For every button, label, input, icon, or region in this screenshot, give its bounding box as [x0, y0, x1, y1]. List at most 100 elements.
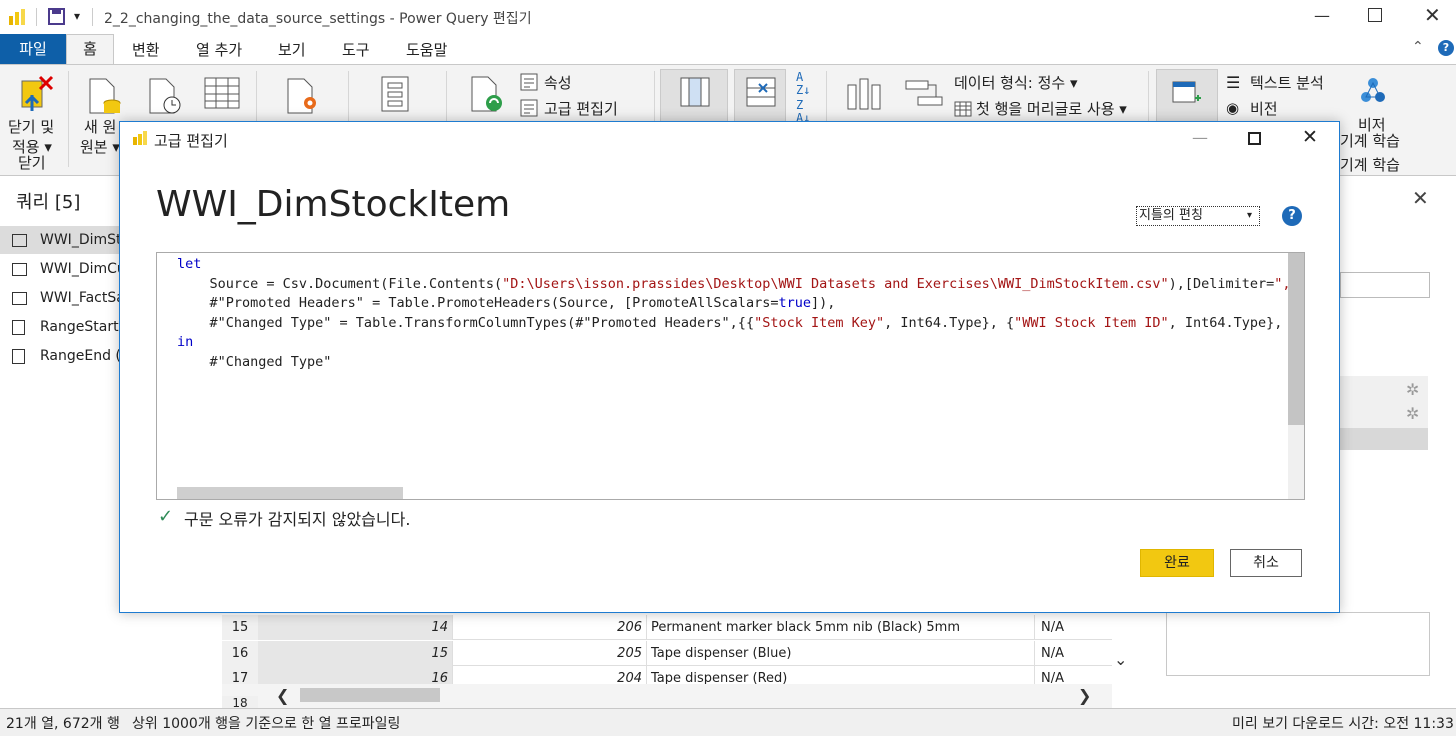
azure-ml-icon[interactable] — [1358, 75, 1388, 109]
dialog-title: 고급 편집기 — [154, 132, 228, 150]
text-analytics-icon[interactable]: ☰ — [1226, 73, 1240, 92]
scrollbar-thumb[interactable] — [300, 688, 440, 702]
cell-extra: N/A — [1034, 641, 1112, 666]
column-row-count: 21개 열, 672개 행 — [6, 716, 120, 732]
enter-data-icon[interactable] — [204, 77, 240, 109]
cell-name: Permanent marker black 5mm nib (Black) 5… — [646, 615, 1034, 640]
close-apply-button[interactable]: 닫기 및 적용 ▾ — [6, 71, 64, 156]
display-options-label: 지틀의 편칭 — [1139, 208, 1203, 223]
data-grid: 15 14 206 Permanent marker black 5mm nib… — [222, 612, 1142, 712]
code-editor[interactable]: let Source = Csv.Document(File.Contents(… — [156, 252, 1305, 500]
scroll-left-icon[interactable]: ❮ — [276, 686, 289, 705]
close-apply-icon — [21, 75, 54, 111]
table-icon — [12, 292, 27, 305]
chevron-down-icon: ▾ — [1247, 210, 1253, 221]
cell-key: 15 — [258, 641, 452, 666]
tab-help[interactable]: 도움말 — [406, 39, 447, 60]
table-row[interactable]: 15 14 206 Permanent marker black 5mm nib… — [222, 615, 1112, 640]
query-item[interactable]: RangeEnd (N — [0, 342, 120, 370]
help-icon[interactable]: ? — [1282, 206, 1302, 226]
window-title: 2_2_changing_the_data_source_settings - … — [104, 11, 532, 27]
tab-view[interactable]: 보기 — [278, 39, 306, 60]
tab-file[interactable]: 파일 — [0, 34, 66, 64]
cancel-button[interactable]: 취소 — [1230, 549, 1302, 577]
query-settings-pane: ✕ ✲ ✲ — [1166, 176, 1456, 712]
code-line-source: Source = Csv.Document(File.Contents("D:\… — [177, 275, 1305, 292]
query-item[interactable]: WWI_DimSt — [0, 226, 120, 254]
code-text[interactable]: let Source = Csv.Document(File.Contents(… — [177, 255, 1305, 373]
sort-ascending-icon[interactable]: A Z↓ — [796, 71, 810, 97]
combine-files-icon — [1172, 81, 1201, 103]
query-item[interactable]: WWI_FactSa — [0, 284, 120, 312]
horizontal-scrollbar[interactable]: ❮ ❯ — [222, 684, 1112, 708]
result-expression: #"Changed Type" — [177, 353, 332, 370]
query-name-input[interactable] — [1340, 272, 1430, 298]
title-divider-2 — [92, 8, 93, 26]
group-by-icon[interactable] — [904, 79, 944, 109]
cell-id: 205 — [452, 641, 646, 666]
syntax-status-message: 구문 오류가 감지되지 않았습니다. — [184, 510, 411, 529]
text-analytics-button[interactable]: 텍스트 분석 — [1250, 73, 1324, 93]
tab-tools[interactable]: 도구 — [342, 39, 370, 60]
data-type-dropdown[interactable]: 데이터 형식: 정수 ▾ — [954, 73, 1078, 93]
minimize-icon[interactable]: — — [1314, 6, 1330, 25]
collapse-ribbon-icon[interactable]: ⌃ — [1412, 39, 1424, 55]
advanced-editor-icon[interactable] — [520, 99, 540, 117]
vertical-scrollbar[interactable] — [1288, 253, 1304, 499]
tab-transform[interactable]: 변환 — [132, 39, 160, 60]
parameter-icon — [12, 320, 25, 335]
cell-extra: N/A — [1034, 615, 1112, 640]
checkmark-icon: ✓ — [158, 506, 174, 527]
horizontal-scrollbar-thumb[interactable] — [177, 487, 403, 499]
keyword-in: in — [177, 334, 194, 351]
status-bar: 21개 열, 672개 행 상위 1000개 행을 기준으로 한 열 프로파일링… — [0, 708, 1456, 736]
advanced-editor-button[interactable]: 고급 편집기 — [544, 99, 618, 119]
selected-step[interactable] — [1340, 428, 1428, 450]
done-button[interactable]: 완료 — [1140, 549, 1214, 577]
help-circle-icon[interactable]: ? — [1438, 40, 1454, 56]
dialog-minimize-icon[interactable]: — — [1192, 128, 1208, 147]
row-number: 15 — [222, 615, 258, 640]
tab-home[interactable]: 홈 — [66, 34, 114, 64]
table-row[interactable]: 16 15 205 Tape dispenser (Blue) N/A — [222, 641, 1112, 666]
vision-icon[interactable]: ◉ — [1226, 99, 1239, 117]
ribbon-tabs: 파일 홈 변환 열 추가 보기 도구 도움말 ⌃ ? — [0, 34, 1456, 64]
choose-columns-icon — [680, 77, 710, 107]
vertical-scrollbar-thumb[interactable] — [1288, 253, 1304, 425]
close-pane-icon[interactable]: ✕ — [1412, 186, 1429, 210]
save-icon[interactable] — [48, 8, 65, 25]
cell-name: Tape dispenser (Blue) — [646, 641, 1034, 666]
close-window-icon[interactable]: ✕ — [1424, 3, 1441, 27]
new-source-label-2: 원본 ▾ — [80, 138, 120, 156]
column-profiling-toggle[interactable]: 상위 1000개 행을 기준으로 한 열 프로파일링 — [132, 713, 400, 733]
code-line-promoted-headers: #"Promoted Headers" = Table.PromoteHeade… — [177, 295, 836, 312]
advanced-editor-dialog: 고급 편집기 — ✕ WWI_DimStockItem 지틀의 편칭 ▾ ? l… — [119, 121, 1340, 613]
maximize-icon[interactable] — [1368, 8, 1382, 22]
quick-access-dropdown-icon[interactable]: ▾ — [74, 9, 80, 23]
dialog-close-icon[interactable]: ✕ — [1302, 126, 1318, 148]
tab-add-column[interactable]: 열 추가 — [196, 39, 242, 60]
use-first-row-headers-dropdown[interactable]: 첫 행을 머리글로 사용 ▾ — [976, 99, 1127, 119]
manage-parameters-icon[interactable] — [380, 75, 412, 113]
query-item[interactable]: RangeStart ( — [0, 313, 120, 341]
power-bi-logo-icon — [133, 131, 147, 145]
code-line-let: let — [177, 255, 1304, 275]
data-source-settings-icon[interactable] — [286, 77, 322, 115]
dialog-maximize-icon[interactable] — [1248, 132, 1261, 145]
recent-sources-icon[interactable] — [148, 77, 182, 115]
table-icon — [12, 263, 27, 276]
keyword-let: let — [177, 256, 202, 272]
properties-icon[interactable] — [520, 73, 540, 91]
azure-ml-label-2: 기계 학습 — [1340, 132, 1400, 150]
split-column-icon[interactable] — [844, 77, 882, 111]
properties-button[interactable]: 속성 — [544, 73, 572, 93]
display-options-dropdown[interactable]: 지틀의 편칭 ▾ — [1136, 206, 1260, 226]
refresh-preview-icon[interactable] — [470, 75, 506, 115]
query-item[interactable]: WWI_DimCu — [0, 255, 120, 283]
step-settings-gear-icon[interactable]: ✲ — [1406, 404, 1419, 423]
use-headers-icon[interactable] — [954, 101, 972, 117]
scroll-right-icon[interactable]: ❯ — [1078, 686, 1091, 705]
vision-button[interactable]: 비전 — [1250, 99, 1278, 119]
scroll-down-icon[interactable]: ⌄ — [1114, 650, 1127, 669]
step-settings-gear-icon[interactable]: ✲ — [1406, 380, 1419, 399]
